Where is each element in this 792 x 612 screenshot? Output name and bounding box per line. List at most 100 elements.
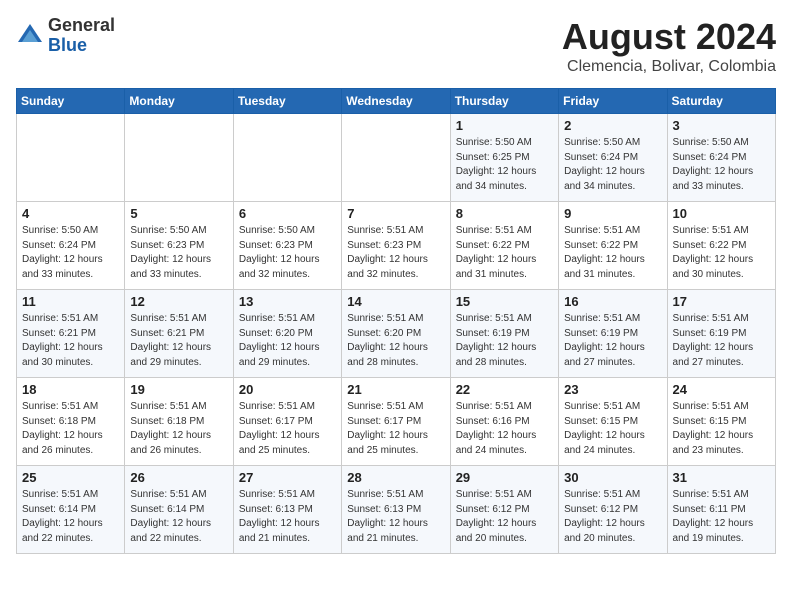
- col-header-monday: Monday: [125, 89, 233, 114]
- day-info: Sunrise: 5:51 AM Sunset: 6:18 PM Dayligh…: [22, 400, 119, 458]
- day-number: 20: [239, 382, 336, 397]
- day-info: Sunrise: 5:51 AM Sunset: 6:19 PM Dayligh…: [456, 312, 553, 370]
- day-number: 17: [673, 294, 770, 309]
- day-number: 23: [564, 382, 661, 397]
- day-info: Sunrise: 5:51 AM Sunset: 6:12 PM Dayligh…: [456, 488, 553, 546]
- day-info: Sunrise: 5:50 AM Sunset: 6:24 PM Dayligh…: [673, 136, 770, 194]
- day-number: 6: [239, 206, 336, 221]
- day-info: Sunrise: 5:51 AM Sunset: 6:13 PM Dayligh…: [347, 488, 444, 546]
- logo-icon: [16, 22, 44, 50]
- day-info: Sunrise: 5:51 AM Sunset: 6:23 PM Dayligh…: [347, 224, 444, 282]
- day-number: 9: [564, 206, 661, 221]
- calendar-cell: 7 Sunrise: 5:51 AM Sunset: 6:23 PM Daylig…: [342, 202, 450, 290]
- day-number: 12: [130, 294, 227, 309]
- day-number: 5: [130, 206, 227, 221]
- day-info: Sunrise: 5:50 AM Sunset: 6:23 PM Dayligh…: [130, 224, 227, 282]
- day-info: Sunrise: 5:51 AM Sunset: 6:21 PM Dayligh…: [130, 312, 227, 370]
- day-info: Sunrise: 5:51 AM Sunset: 6:22 PM Dayligh…: [673, 224, 770, 282]
- day-number: 21: [347, 382, 444, 397]
- calendar-cell: 28 Sunrise: 5:51 AM Sunset: 6:13 PM Dayli…: [342, 466, 450, 554]
- col-header-sunday: Sunday: [17, 89, 125, 114]
- col-header-thursday: Thursday: [450, 89, 558, 114]
- col-header-friday: Friday: [559, 89, 667, 114]
- calendar-cell: 15 Sunrise: 5:51 AM Sunset: 6:19 PM Dayli…: [450, 290, 558, 378]
- calendar-cell: 13Sunrise: 5:51 AM Sunset: 6:20 PM Dayli…: [233, 290, 341, 378]
- calendar-cell: 27Sunrise: 5:51 AM Sunset: 6:13 PM Dayli…: [233, 466, 341, 554]
- day-number: 22: [456, 382, 553, 397]
- calendar-cell: 16Sunrise: 5:51 AM Sunset: 6:19 PM Dayli…: [559, 290, 667, 378]
- day-number: 31: [673, 470, 770, 485]
- day-info: Sunrise: 5:51 AM Sunset: 6:16 PM Dayligh…: [456, 400, 553, 458]
- day-info: Sunrise: 5:50 AM Sunset: 6:23 PM Dayligh…: [239, 224, 336, 282]
- week-row-5: 25 Sunrise: 5:51 AM Sunset: 6:14 PM Dayli…: [17, 466, 776, 554]
- day-info: Sunrise: 5:51 AM Sunset: 6:17 PM Dayligh…: [239, 400, 336, 458]
- week-row-2: 4 Sunrise: 5:50 AM Sunset: 6:24 PM Daylig…: [17, 202, 776, 290]
- calendar-cell: 10 Sunrise: 5:51 AM Sunset: 6:22 PM Dayli…: [667, 202, 775, 290]
- day-info: Sunrise: 5:51 AM Sunset: 6:14 PM Dayligh…: [22, 488, 119, 546]
- day-info: Sunrise: 5:51 AM Sunset: 6:17 PM Dayligh…: [347, 400, 444, 458]
- day-number: 28: [347, 470, 444, 485]
- calendar-cell: [125, 114, 233, 202]
- day-info: Sunrise: 5:51 AM Sunset: 6:15 PM Dayligh…: [673, 400, 770, 458]
- calendar-cell: 12 Sunrise: 5:51 AM Sunset: 6:21 PM Dayli…: [125, 290, 233, 378]
- week-row-3: 11Sunrise: 5:51 AM Sunset: 6:21 PM Dayli…: [17, 290, 776, 378]
- col-header-tuesday: Tuesday: [233, 89, 341, 114]
- calendar-cell: 14 Sunrise: 5:51 AM Sunset: 6:20 PM Dayli…: [342, 290, 450, 378]
- calendar-cell: 20 Sunrise: 5:51 AM Sunset: 6:17 PM Dayli…: [233, 378, 341, 466]
- day-number: 7: [347, 206, 444, 221]
- day-number: 4: [22, 206, 119, 221]
- day-info: Sunrise: 5:50 AM Sunset: 6:25 PM Dayligh…: [456, 136, 553, 194]
- day-number: 26: [130, 470, 227, 485]
- location-subtitle: Clemencia, Bolivar, Colombia: [562, 58, 776, 76]
- day-info: Sunrise: 5:51 AM Sunset: 6:18 PM Dayligh…: [130, 400, 227, 458]
- day-number: 14: [347, 294, 444, 309]
- week-row-1: 1 Sunrise: 5:50 AM Sunset: 6:25 PM Daylig…: [17, 114, 776, 202]
- calendar-cell: 9 Sunrise: 5:51 AM Sunset: 6:22 PM Daylig…: [559, 202, 667, 290]
- calendar-cell: 3Sunrise: 5:50 AM Sunset: 6:24 PM Daylig…: [667, 114, 775, 202]
- day-info: Sunrise: 5:51 AM Sunset: 6:13 PM Dayligh…: [239, 488, 336, 546]
- calendar-cell: 1 Sunrise: 5:50 AM Sunset: 6:25 PM Daylig…: [450, 114, 558, 202]
- calendar-header-row: SundayMondayTuesdayWednesdayThursdayFrid…: [17, 89, 776, 114]
- day-info: Sunrise: 5:51 AM Sunset: 6:20 PM Dayligh…: [347, 312, 444, 370]
- calendar-cell: 19Sunrise: 5:51 AM Sunset: 6:18 PM Dayli…: [125, 378, 233, 466]
- day-number: 13: [239, 294, 336, 309]
- day-number: 10: [673, 206, 770, 221]
- day-number: 1: [456, 118, 553, 133]
- col-header-wednesday: Wednesday: [342, 89, 450, 114]
- month-year-title: August 2024: [562, 16, 776, 58]
- calendar-cell: 4 Sunrise: 5:50 AM Sunset: 6:24 PM Daylig…: [17, 202, 125, 290]
- day-number: 15: [456, 294, 553, 309]
- calendar-table: SundayMondayTuesdayWednesdayThursdayFrid…: [16, 88, 776, 554]
- day-info: Sunrise: 5:51 AM Sunset: 6:14 PM Dayligh…: [130, 488, 227, 546]
- logo: General Blue: [16, 16, 115, 56]
- page-header: General Blue August 2024 Clemencia, Boli…: [16, 16, 776, 76]
- day-number: 30: [564, 470, 661, 485]
- calendar-cell: 11Sunrise: 5:51 AM Sunset: 6:21 PM Dayli…: [17, 290, 125, 378]
- day-number: 24: [673, 382, 770, 397]
- day-info: Sunrise: 5:51 AM Sunset: 6:22 PM Dayligh…: [456, 224, 553, 282]
- day-number: 2: [564, 118, 661, 133]
- calendar-cell: 26 Sunrise: 5:51 AM Sunset: 6:14 PM Dayli…: [125, 466, 233, 554]
- logo-blue-text: Blue: [48, 36, 115, 56]
- logo-general-text: General: [48, 16, 115, 36]
- day-info: Sunrise: 5:50 AM Sunset: 6:24 PM Dayligh…: [22, 224, 119, 282]
- day-info: Sunrise: 5:51 AM Sunset: 6:19 PM Dayligh…: [564, 312, 661, 370]
- title-block: August 2024 Clemencia, Bolivar, Colombia: [562, 16, 776, 76]
- calendar-cell: 8 Sunrise: 5:51 AM Sunset: 6:22 PM Daylig…: [450, 202, 558, 290]
- day-info: Sunrise: 5:51 AM Sunset: 6:15 PM Dayligh…: [564, 400, 661, 458]
- day-info: Sunrise: 5:51 AM Sunset: 6:22 PM Dayligh…: [564, 224, 661, 282]
- calendar-cell: [342, 114, 450, 202]
- calendar-cell: 18Sunrise: 5:51 AM Sunset: 6:18 PM Dayli…: [17, 378, 125, 466]
- calendar-cell: 31Sunrise: 5:51 AM Sunset: 6:11 PM Dayli…: [667, 466, 775, 554]
- calendar-cell: 24 Sunrise: 5:51 AM Sunset: 6:15 PM Dayli…: [667, 378, 775, 466]
- day-number: 25: [22, 470, 119, 485]
- calendar-cell: 23 Sunrise: 5:51 AM Sunset: 6:15 PM Dayli…: [559, 378, 667, 466]
- calendar-cell: 29 Sunrise: 5:51 AM Sunset: 6:12 PM Dayli…: [450, 466, 558, 554]
- day-info: Sunrise: 5:51 AM Sunset: 6:21 PM Dayligh…: [22, 312, 119, 370]
- calendar-cell: 5 Sunrise: 5:50 AM Sunset: 6:23 PM Daylig…: [125, 202, 233, 290]
- week-row-4: 18Sunrise: 5:51 AM Sunset: 6:18 PM Dayli…: [17, 378, 776, 466]
- calendar-cell: [17, 114, 125, 202]
- calendar-cell: 25 Sunrise: 5:51 AM Sunset: 6:14 PM Dayli…: [17, 466, 125, 554]
- day-number: 8: [456, 206, 553, 221]
- day-number: 29: [456, 470, 553, 485]
